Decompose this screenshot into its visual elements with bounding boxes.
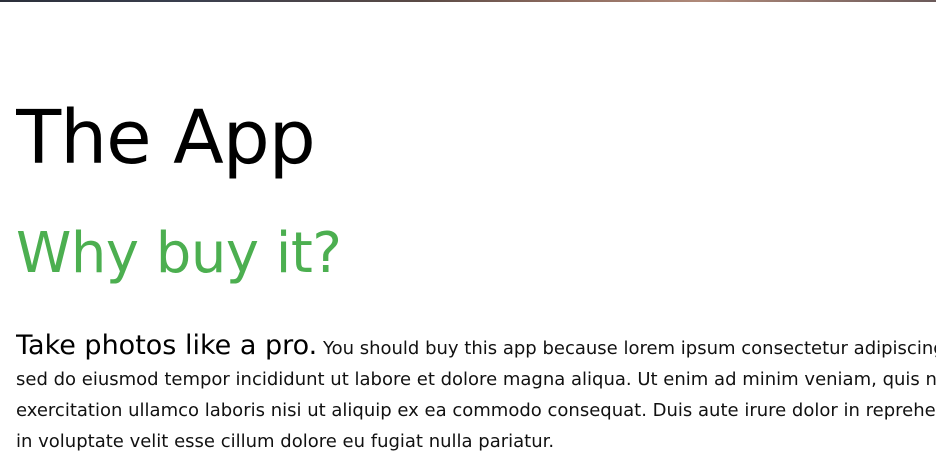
main-content: The App Why buy it? Take photos like a p… <box>16 0 936 469</box>
body-paragraph: Take photos like a pro. You should buy t… <box>16 330 936 457</box>
page-title: The App <box>16 95 316 181</box>
lead-in-text: Take photos like a pro. <box>16 330 318 361</box>
section-heading: Why buy it? <box>16 221 342 286</box>
